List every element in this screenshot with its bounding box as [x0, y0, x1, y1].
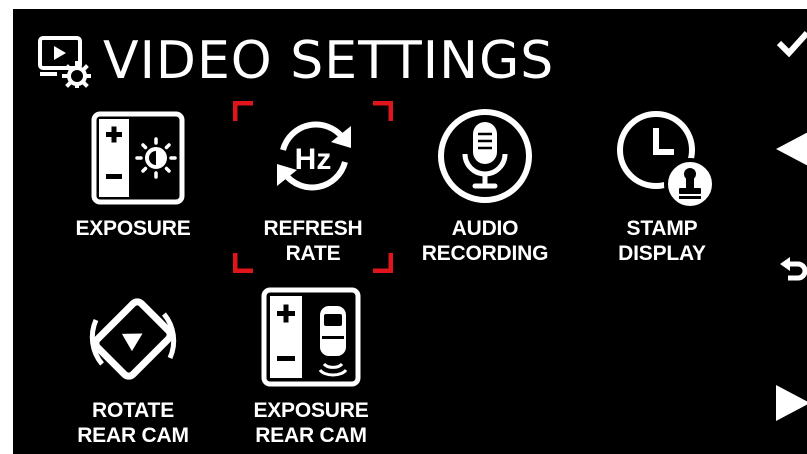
- exposure-rear-cam-icon: [261, 287, 361, 387]
- back-button[interactable]: [773, 247, 807, 291]
- next-button[interactable]: [773, 381, 807, 425]
- menu-item-exposure[interactable]: EXPOSURE: [68, 104, 198, 241]
- left-arrow-icon: [776, 132, 807, 166]
- menu-item-rotate-rear-cam[interactable]: ROTATE REAR CAM: [68, 284, 198, 448]
- clock-stamp-icon: [617, 111, 714, 208]
- menu-item-label: EXPOSURE REAR CAM: [253, 399, 369, 447]
- hz-label: Hz: [295, 143, 332, 176]
- rotate-icon: [89, 298, 177, 380]
- return-icon: [780, 257, 807, 281]
- menu-item-exposure-rear-cam[interactable]: EXPOSURE REAR CAM: [241, 284, 381, 448]
- checkmark-icon: [776, 30, 807, 57]
- exposure-icon: [91, 111, 185, 205]
- confirm-button[interactable]: [773, 21, 807, 65]
- menu-item-label: STAMP DISPLAY: [618, 217, 706, 265]
- menu-item-stamp-display[interactable]: STAMP DISPLAY: [602, 104, 722, 266]
- page-title: VIDEO SETTINGS: [103, 31, 555, 91]
- menu-item-refresh-rate[interactable]: Hz REFRESH RATE: [248, 104, 378, 266]
- right-arrow-icon: [776, 385, 807, 421]
- menu-item-label: EXPOSURE: [75, 217, 191, 240]
- header: VIDEO SETTINGS: [37, 31, 554, 91]
- previous-button[interactable]: [773, 127, 807, 171]
- screen: VIDEO SETTINGS EXPOSURE Hz REFRESH RATE …: [13, 9, 807, 454]
- menu-item-label: REFRESH RATE: [263, 217, 363, 265]
- video-settings-icon: [38, 36, 91, 88]
- microphone-icon: [438, 109, 532, 203]
- refresh-rate-icon: Hz: [277, 121, 351, 191]
- menu-item-audio-recording[interactable]: AUDIO RECORDING: [415, 104, 555, 266]
- menu-item-label: AUDIO RECORDING: [421, 217, 549, 265]
- menu-item-label: ROTATE REAR CAM: [77, 399, 189, 447]
